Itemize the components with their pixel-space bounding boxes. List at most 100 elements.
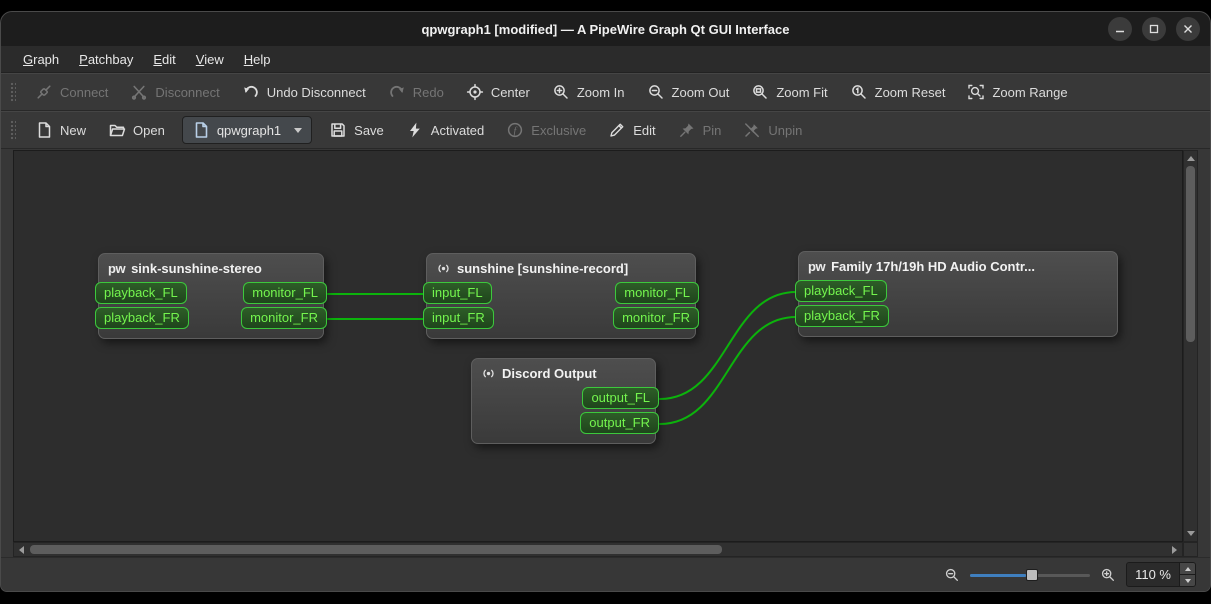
connect-label: Connect — [60, 84, 109, 100]
arrow-down-icon — [1186, 531, 1195, 536]
node-title: Family 17h/19h HD Audio Contr... — [831, 259, 1035, 274]
maximize-button[interactable] — [1142, 17, 1166, 41]
center-icon — [466, 83, 484, 101]
pencil-icon — [608, 121, 626, 139]
pin-label: Pin — [702, 122, 722, 138]
unpin-button[interactable]: Unpin — [732, 115, 813, 145]
node-discord-output[interactable]: Discord Output output_FL output_FR — [471, 358, 659, 444]
graph-canvas[interactable]: pw sink-sunshine-stereo playback_FL play… — [13, 150, 1183, 542]
scroll-down-button[interactable] — [1184, 526, 1197, 541]
edit-label: Edit — [633, 122, 656, 138]
port-input[interactable]: playback_FR — [795, 305, 889, 327]
zoom-range-button[interactable]: Zoom Range — [956, 77, 1078, 107]
exclusive-icon: f — [506, 121, 524, 139]
menu-patchbay[interactable]: Patchbay — [69, 48, 143, 71]
window-title: qpwgraph1 [modified] — A PipeWire Graph … — [421, 21, 790, 37]
port-input[interactable]: playback_FL — [795, 280, 887, 302]
zoom-reset-button[interactable]: Zoom Reset — [839, 77, 957, 107]
port-output[interactable]: monitor_FL — [243, 282, 327, 304]
patchbay-select[interactable]: qpwgraph1 — [181, 116, 313, 144]
center-label: Center — [490, 84, 530, 100]
zoom-in-icon[interactable] — [1100, 567, 1116, 583]
activated-toggle[interactable]: Activated — [395, 115, 495, 145]
vertical-scroll-thumb[interactable] — [1186, 166, 1195, 342]
node-header: sunshine [sunshine-record] — [427, 254, 695, 280]
minimize-icon — [1116, 30, 1124, 33]
zoom-slider-fill — [970, 573, 1027, 577]
port-output[interactable]: monitor_FR — [241, 307, 327, 329]
maximize-icon — [1149, 24, 1159, 34]
open-label: Open — [133, 122, 165, 138]
zoom-slider-handle[interactable] — [1026, 568, 1039, 581]
zoom-step-down-button[interactable] — [1180, 575, 1195, 586]
zoom-in-button[interactable]: Zoom In — [541, 77, 636, 107]
connect-button[interactable]: Connect — [24, 77, 119, 107]
zoom-out-icon[interactable] — [944, 567, 960, 583]
horizontal-scroll-thumb[interactable] — [30, 545, 722, 554]
minimize-button[interactable] — [1108, 17, 1132, 41]
center-button[interactable]: Center — [455, 77, 541, 107]
save-label: Save — [354, 122, 384, 138]
disconnect-button[interactable]: Disconnect — [119, 77, 230, 107]
port-output[interactable]: monitor_FR — [613, 307, 699, 329]
zoom-step-up-button[interactable] — [1180, 563, 1195, 575]
pipewire-icon: pw — [108, 261, 126, 276]
menu-graph[interactable]: Graph — [13, 48, 69, 71]
scroll-up-button[interactable] — [1184, 151, 1197, 166]
node-family-hd-audio[interactable]: pw Family 17h/19h HD Audio Contr... play… — [795, 251, 1118, 337]
zoom-slider[interactable] — [970, 567, 1091, 583]
vertical-scrollbar — [1183, 150, 1198, 542]
audio-app-icon — [483, 369, 494, 378]
undo-disconnect-label: Undo Disconnect — [266, 84, 366, 100]
undo-disconnect-button[interactable]: Undo Disconnect — [231, 77, 377, 107]
port-output[interactable]: output_FR — [580, 412, 659, 434]
zoom-value[interactable]: 110 % — [1127, 563, 1179, 586]
horizontal-scroll-track[interactable] — [29, 543, 1167, 556]
redo-label: Redo — [412, 84, 444, 100]
exclusive-label: Exclusive — [531, 122, 587, 138]
scroll-right-button[interactable] — [1167, 543, 1182, 556]
port-input[interactable]: input_FR — [423, 307, 494, 329]
port-input[interactable]: input_FL — [423, 282, 492, 304]
zoom-spinbox[interactable]: 110 % — [1126, 562, 1196, 587]
menu-view[interactable]: View — [186, 48, 234, 71]
new-file-icon — [35, 121, 53, 139]
port-output[interactable]: monitor_FL — [615, 282, 699, 304]
scrollbar-corner — [1183, 542, 1198, 557]
menubar: Graph Patchbay Edit View Help — [1, 46, 1210, 73]
close-button[interactable] — [1176, 17, 1200, 41]
toolbar-handle[interactable] — [10, 119, 16, 141]
patchbay-toolbar: New Open qpwgraph1 Save Activated f Excl… — [1, 111, 1210, 149]
node-sink-sunshine-stereo[interactable]: pw sink-sunshine-stereo playback_FL play… — [95, 253, 327, 339]
close-icon — [1184, 25, 1192, 33]
arrow-right-icon — [1172, 545, 1177, 554]
exclusive-toggle[interactable]: f Exclusive — [495, 115, 597, 145]
node-header: pw Family 17h/19h HD Audio Contr... — [799, 252, 1117, 278]
zoom-fit-button[interactable]: Zoom Fit — [740, 77, 838, 107]
open-patchbay-button[interactable]: Open — [97, 115, 176, 145]
arrow-down-icon — [1184, 578, 1191, 583]
edit-patchbay-button[interactable]: Edit — [597, 115, 666, 145]
audio-app-icon — [438, 264, 449, 273]
disconnect-label: Disconnect — [155, 84, 220, 100]
vertical-scroll-track[interactable] — [1184, 166, 1197, 526]
save-patchbay-button[interactable]: Save — [318, 115, 395, 145]
scroll-left-button[interactable] — [14, 543, 29, 556]
zoom-fit-label: Zoom Fit — [776, 84, 828, 100]
new-patchbay-button[interactable]: New — [24, 115, 97, 145]
statusbar: 110 % — [1, 557, 1210, 591]
port-input[interactable]: playback_FR — [95, 307, 189, 329]
pin-button[interactable]: Pin — [667, 115, 733, 145]
connect-icon — [35, 83, 53, 101]
port-output[interactable]: output_FL — [582, 387, 659, 409]
redo-button[interactable]: Redo — [377, 77, 455, 107]
pipewire-icon: pw — [808, 259, 826, 274]
zoom-out-button[interactable]: Zoom Out — [636, 77, 741, 107]
unpin-icon — [743, 121, 761, 139]
toolbar-handle[interactable] — [10, 81, 16, 103]
menu-help[interactable]: Help — [234, 48, 281, 71]
port-input[interactable]: playback_FL — [95, 282, 187, 304]
menu-edit[interactable]: Edit — [143, 48, 185, 71]
zoom-range-label: Zoom Range — [992, 84, 1068, 100]
node-sunshine[interactable]: sunshine [sunshine-record] input_FL inpu… — [423, 253, 699, 339]
